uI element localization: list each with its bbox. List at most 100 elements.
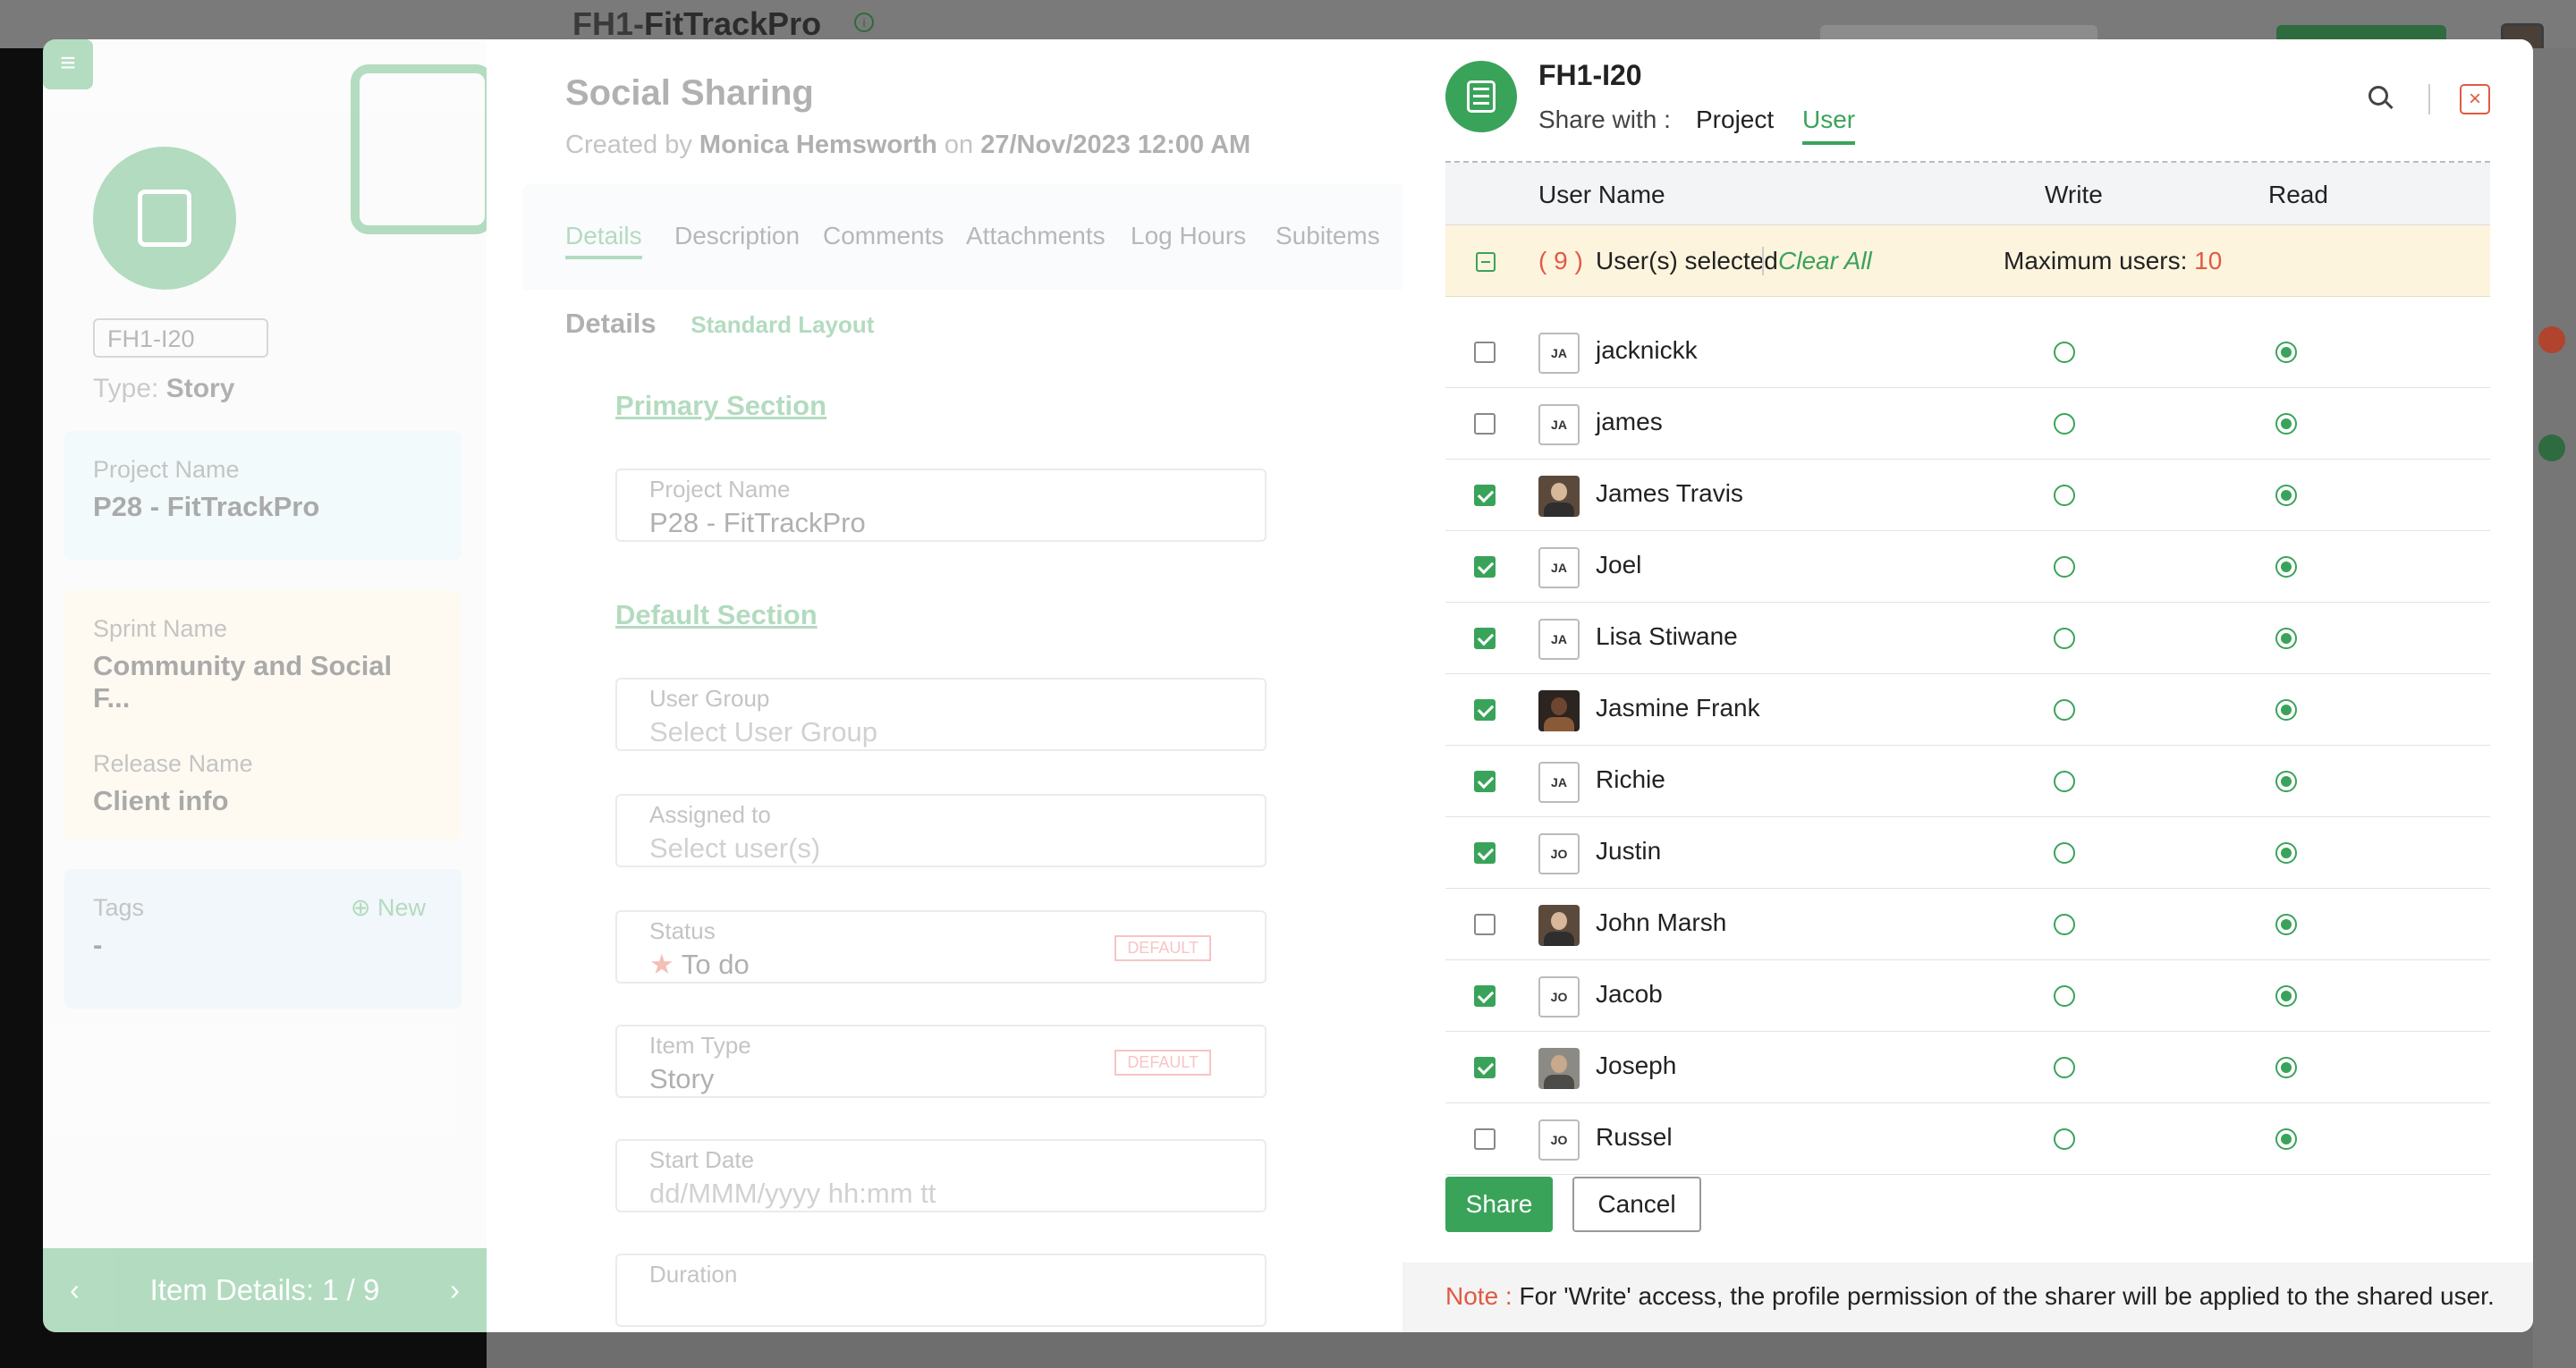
clear-all-link[interactable]: Clear All xyxy=(1778,247,1872,275)
tab-log-hours[interactable]: Log Hours xyxy=(1131,222,1246,250)
status-field[interactable]: Status ★ To do DEFAULT xyxy=(615,910,1267,984)
user-select-checkbox[interactable] xyxy=(1474,914,1496,935)
user-avatar: JO xyxy=(1538,833,1580,874)
write-radio[interactable] xyxy=(2054,1057,2075,1078)
search-icon[interactable] xyxy=(2368,86,2394,111)
read-radio[interactable] xyxy=(2275,1128,2297,1150)
user-list[interactable]: JA jacknickk JA james James Travis JA Joel JA Li… xyxy=(1445,317,2490,1186)
table-row[interactable]: JA Lisa Stiwane xyxy=(1445,603,2490,674)
tab-comments[interactable]: Comments xyxy=(823,222,944,250)
project-name-field[interactable]: Project Name P28 - FitTrackPro xyxy=(615,469,1267,542)
user-select-checkbox[interactable] xyxy=(1474,342,1496,363)
tab-project[interactable]: Project xyxy=(1696,106,1774,141)
user-name: Russel xyxy=(1596,1123,1673,1151)
tab-user[interactable]: User xyxy=(1802,106,1856,145)
read-radio[interactable] xyxy=(2275,914,2297,935)
read-radio[interactable] xyxy=(2275,1057,2297,1078)
write-radio[interactable] xyxy=(2054,699,2075,721)
primary-section-heading[interactable]: Primary Section xyxy=(615,390,826,422)
write-radio[interactable] xyxy=(2054,842,2075,864)
tab-description[interactable]: Description xyxy=(674,222,800,250)
created-info: Created by Monica Hemsworth on 27/Nov/20… xyxy=(565,131,1251,159)
deselect-all-checkbox[interactable] xyxy=(1476,252,1496,272)
header-divider xyxy=(2428,84,2430,114)
user-name: James Travis xyxy=(1596,479,1743,507)
read-radio[interactable] xyxy=(2275,628,2297,649)
prev-item-icon[interactable]: ‹ xyxy=(70,1248,80,1332)
write-radio[interactable] xyxy=(2054,1128,2075,1150)
read-radio[interactable] xyxy=(2275,842,2297,864)
read-radio[interactable] xyxy=(2275,771,2297,792)
table-row[interactable]: JA Joel xyxy=(1445,531,2490,603)
read-radio[interactable] xyxy=(2275,413,2297,435)
user-select-checkbox[interactable] xyxy=(1474,556,1496,578)
user-name: Richie xyxy=(1596,765,1665,793)
user-select-checkbox[interactable] xyxy=(1474,628,1496,649)
user-select-checkbox[interactable] xyxy=(1474,1128,1496,1150)
write-radio[interactable] xyxy=(2054,771,2075,792)
table-row[interactable]: JA jacknickk xyxy=(1445,317,2490,388)
user-avatar xyxy=(1538,690,1580,731)
tab-details[interactable]: Details xyxy=(565,222,642,259)
table-row[interactable]: Jasmine Frank xyxy=(1445,674,2490,746)
close-icon[interactable]: × xyxy=(2460,84,2490,114)
user-avatar: JA xyxy=(1538,333,1580,374)
user-table-header: User Name Write Read xyxy=(1445,163,2490,225)
notification-badge-icon[interactable] xyxy=(2538,326,2565,353)
share-button[interactable]: Share xyxy=(1445,1177,1553,1232)
table-row[interactable]: James Travis xyxy=(1445,460,2490,531)
add-icon[interactable] xyxy=(2538,435,2565,461)
user-select-checkbox[interactable] xyxy=(1474,842,1496,864)
assigned-to-field[interactable]: Assigned to Select user(s) xyxy=(615,794,1267,867)
user-name: Joseph xyxy=(1596,1051,1677,1079)
item-id-badge[interactable]: FH1-I20 xyxy=(93,318,268,358)
item-navigation: ‹ Item Details: 1 / 9 › xyxy=(43,1248,487,1332)
duration-field[interactable]: Duration xyxy=(615,1254,1267,1327)
write-radio[interactable] xyxy=(2054,413,2075,435)
tab-subitems[interactable]: Subitems xyxy=(1275,222,1380,250)
table-row[interactable]: Joseph xyxy=(1445,1032,2490,1103)
start-date-field[interactable]: Start Date dd/MMM/yyyy hh:mm tt xyxy=(615,1139,1267,1212)
user-select-checkbox[interactable] xyxy=(1474,985,1496,1007)
table-row[interactable]: JO Russel xyxy=(1445,1103,2490,1175)
write-radio[interactable] xyxy=(2054,914,2075,935)
read-radio[interactable] xyxy=(2275,556,2297,578)
menu-icon[interactable]: ≡ xyxy=(43,39,93,89)
user-group-field[interactable]: User Group Select User Group xyxy=(615,678,1267,751)
table-row[interactable]: JO Justin xyxy=(1445,817,2490,889)
user-name: Joel xyxy=(1596,551,1642,578)
table-row[interactable]: JA james xyxy=(1445,388,2490,460)
write-radio[interactable] xyxy=(2054,628,2075,649)
read-radio[interactable] xyxy=(2275,699,2297,721)
table-row[interactable]: John Marsh xyxy=(1445,889,2490,960)
info-icon[interactable]: i xyxy=(854,13,874,32)
user-select-checkbox[interactable] xyxy=(1474,771,1496,792)
user-name: jacknickk xyxy=(1596,336,1698,364)
item-summary-panel: ≡ FH1-I20 Type: Story Project Name P28 -… xyxy=(43,39,494,1332)
column-read: Read xyxy=(2268,181,2328,208)
next-item-icon[interactable]: › xyxy=(450,1248,460,1332)
default-section-heading[interactable]: Default Section xyxy=(615,599,818,631)
user-select-checkbox[interactable] xyxy=(1474,699,1496,721)
write-radio[interactable] xyxy=(2054,556,2075,578)
write-radio[interactable] xyxy=(2054,485,2075,506)
item-type-field[interactable]: Item Type Story DEFAULT xyxy=(615,1025,1267,1098)
new-tag-button[interactable]: ⊕ New xyxy=(351,894,426,922)
table-row[interactable]: JO Jacob xyxy=(1445,960,2490,1032)
read-radio[interactable] xyxy=(2275,485,2297,506)
write-radio[interactable] xyxy=(2054,342,2075,363)
write-radio[interactable] xyxy=(2054,985,2075,1007)
read-radio[interactable] xyxy=(2275,985,2297,1007)
user-select-checkbox[interactable] xyxy=(1474,485,1496,506)
user-select-checkbox[interactable] xyxy=(1474,1057,1496,1078)
table-row[interactable]: JA Richie xyxy=(1445,746,2490,817)
selected-label: User(s) selected xyxy=(1596,247,1778,274)
user-select-checkbox[interactable] xyxy=(1474,413,1496,435)
cancel-button[interactable]: Cancel xyxy=(1572,1177,1701,1232)
user-avatar xyxy=(1538,476,1580,517)
tab-attachments[interactable]: Attachments xyxy=(966,222,1106,250)
project-card: Project Name P28 - FitTrackPro xyxy=(64,431,462,560)
item-title: Social Sharing xyxy=(565,73,814,113)
read-radio[interactable] xyxy=(2275,342,2297,363)
right-toolbar xyxy=(2533,48,2576,1368)
